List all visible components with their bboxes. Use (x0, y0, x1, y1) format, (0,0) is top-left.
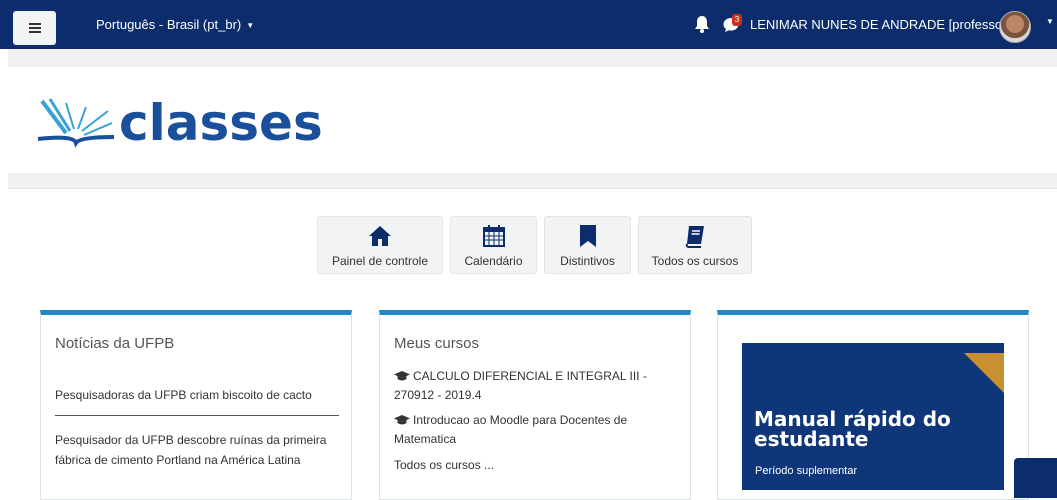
all-courses-text-link[interactable]: Todos os cursos ... (394, 456, 678, 475)
news-title: Notícias da UFPB (55, 335, 175, 352)
course-name: Introducao ao Moodle para Docentes de Ma… (394, 413, 628, 446)
menu-toggle-button[interactable] (13, 11, 56, 45)
dashboard-label: Painel de controle (331, 254, 429, 268)
banner-subtitle: Período suplementar (755, 465, 858, 477)
news-item[interactable]: Pesquisadoras da UFPB criam biscoito de … (55, 385, 339, 405)
language-selector[interactable]: Português - Brasil (pt_br) ▼ (96, 17, 254, 32)
language-label: Português - Brasil (pt_br) (96, 17, 242, 32)
news-card: Notícias da UFPB Pesquisadoras da UFPB c… (40, 310, 352, 500)
course-item[interactable]: Introducao ao Moodle para Docentes de Ma… (394, 411, 678, 449)
site-logo[interactable]: classes (36, 88, 323, 148)
header-divider (8, 49, 1057, 67)
bell-icon[interactable] (694, 15, 710, 33)
chevron-down-icon: ▼ (246, 21, 255, 30)
badges-label: Distintivos (560, 254, 615, 268)
logo-divider (8, 173, 1057, 188)
logo-divider-line (8, 188, 1057, 189)
bookmark-icon (579, 225, 596, 247)
book-lines-icon (37, 98, 115, 148)
graduation-cap-icon (394, 371, 410, 381)
messages-badge: 3 (732, 14, 742, 26)
news-item[interactable]: Pesquisador da UFPB descobre ruínas da p… (55, 430, 339, 470)
logo-text: classes (119, 94, 323, 152)
news-divider (55, 415, 339, 416)
my-courses-card: Meus cursos CALCULO DIFERENCIAL E INTEGR… (379, 310, 691, 500)
all-courses-link[interactable]: Todos os cursos (638, 216, 752, 274)
banner-corner-decoration (964, 353, 1004, 393)
hamburger-icon (28, 23, 41, 33)
top-navbar: Português - Brasil (pt_br) ▼ 3 LENIMAR NU… (0, 0, 1057, 49)
chevron-down-icon[interactable]: ▼ (1046, 17, 1054, 26)
my-courses-title: Meus cursos (394, 335, 480, 352)
book-icon (685, 226, 704, 248)
course-name: CALCULO DIFERENCIAL E INTEGRAL III - 270… (394, 369, 647, 402)
drawer-toggle-button[interactable] (1014, 458, 1057, 498)
dashboard-link[interactable]: Painel de controle (317, 216, 443, 274)
all-courses-label: Todos os cursos (651, 254, 739, 268)
user-menu-name[interactable]: LENIMAR NUNES DE ANDRADE [professor] (750, 17, 1010, 32)
home-icon (369, 226, 391, 246)
graduation-cap-icon (394, 415, 410, 425)
banner-title: Manual rápido do estudante (754, 407, 951, 451)
banner-card: Manual rápido do estudante Período suple… (717, 310, 1029, 500)
calendar-icon (482, 225, 505, 247)
calendar-label: Calendário (464, 254, 523, 268)
badges-link[interactable]: Distintivos (544, 216, 631, 274)
student-manual-banner[interactable]: Manual rápido do estudante Período suple… (742, 343, 1004, 490)
course-item[interactable]: CALCULO DIFERENCIAL E INTEGRAL III - 270… (394, 367, 678, 405)
calendar-link[interactable]: Calendário (450, 216, 537, 274)
avatar[interactable] (999, 11, 1031, 43)
